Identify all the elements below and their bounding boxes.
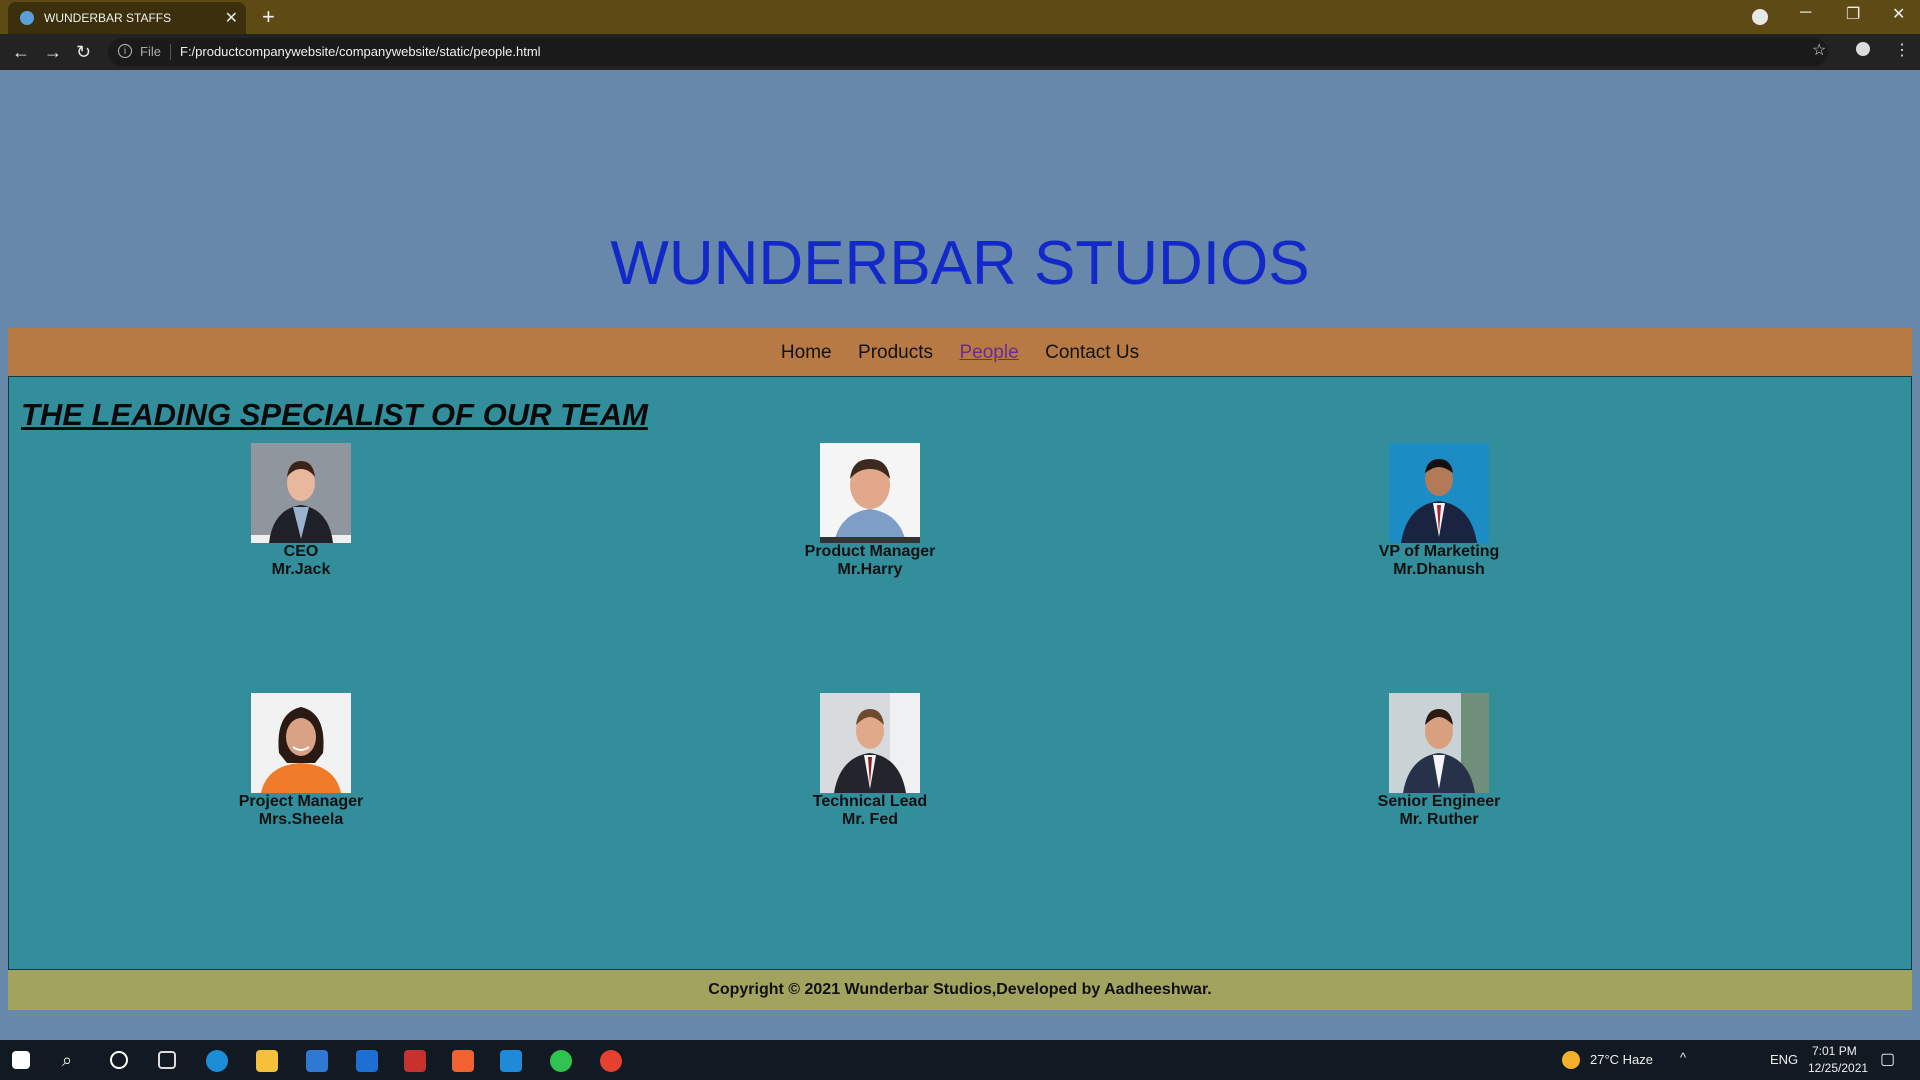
windows-start-icon[interactable]	[12, 1051, 30, 1069]
mail-icon[interactable]	[356, 1050, 378, 1072]
people-section: THE LEADING SPECIALIST OF OUR TEAM CEO M…	[8, 376, 1912, 970]
person-role: VP of Marketing	[1378, 543, 1500, 560]
nav-link-contact[interactable]: Contact Us	[1045, 342, 1139, 364]
person-photo	[820, 443, 920, 543]
chevron-up-icon[interactable]: ^	[1680, 1050, 1686, 1065]
person-name: Mr.Jack	[271, 561, 331, 578]
person-card: VP of Marketing Mr.Dhanush	[1319, 443, 1559, 579]
kebab-menu-icon[interactable]: ⋮	[1894, 40, 1910, 60]
tab-close-icon[interactable]: ✕	[225, 8, 238, 28]
address-bar[interactable]: i File F:/productcompanywebsite/companyw…	[108, 38, 1828, 66]
section-heading: THE LEADING SPECIALIST OF OUR TEAM	[21, 397, 648, 432]
person-name: Mr.Harry	[837, 561, 903, 578]
person-name: Mr. Fed	[841, 811, 898, 828]
person-role: Product Manager	[804, 543, 936, 560]
person-role: Project Manager	[238, 793, 364, 810]
person-name: Mr. Ruther	[1399, 811, 1479, 828]
nav-link-people[interactable]: People	[959, 342, 1018, 364]
windows-taskbar: ⌕ 27°C Haze ^ ENG 7:01 PM 12/25/2021 ▢	[0, 1040, 1920, 1080]
store-icon[interactable]	[306, 1050, 328, 1072]
account-icon[interactable]	[1856, 42, 1870, 56]
brave-icon[interactable]	[452, 1050, 474, 1072]
person-card: Technical Lead Mr. Fed	[750, 693, 990, 829]
whatsapp-icon[interactable]	[550, 1050, 572, 1072]
task-view-icon[interactable]	[158, 1051, 176, 1069]
person-card: Senior Engineer Mr. Ruther	[1319, 693, 1559, 829]
person-role: Senior Engineer	[1377, 793, 1501, 810]
clock-date[interactable]: 12/25/2021	[1808, 1061, 1868, 1075]
page-body: WUNDERBAR STUDIOS Home Products People C…	[0, 70, 1920, 1040]
cortana-icon[interactable]	[110, 1051, 128, 1069]
weather-text[interactable]: 27°C Haze	[1590, 1052, 1653, 1067]
language-indicator[interactable]: ENG	[1770, 1052, 1798, 1067]
edge-icon[interactable]	[206, 1050, 228, 1072]
tab-title: WUNDERBAR STAFFS	[44, 11, 172, 25]
file-label: File	[140, 44, 161, 59]
notification-icon[interactable]: ▢	[1880, 1049, 1895, 1069]
site-navbar: Home Products People Contact Us	[8, 328, 1912, 376]
omnibox-divider	[170, 44, 171, 60]
reload-icon[interactable]: ↻	[76, 42, 91, 63]
bookmark-star-icon[interactable]: ☆	[1812, 40, 1826, 60]
close-window-icon[interactable]: ✕	[1892, 4, 1905, 24]
app-icon[interactable]	[404, 1050, 426, 1072]
browser-titlebar: WUNDERBAR STAFFS ✕ + ─ ❐ ✕	[0, 0, 1920, 34]
vscode-icon[interactable]	[500, 1050, 522, 1072]
forward-arrow-icon[interactable]: →	[44, 42, 62, 63]
back-arrow-icon[interactable]: ←	[12, 42, 30, 63]
person-photo	[1389, 693, 1489, 793]
person-card: CEO Mr.Jack	[181, 443, 421, 579]
site-brand-title: WUNDERBAR STUDIOS	[610, 229, 1310, 298]
url-text[interactable]: F:/productcompanywebsite/companywebsite/…	[180, 44, 541, 59]
browser-toolbar: ← → ↻ i File F:/productcompanywebsite/co…	[0, 34, 1920, 70]
person-name: Mr.Dhanush	[1393, 561, 1485, 578]
person-card: Product Manager Mr.Harry	[750, 443, 990, 579]
person-photo	[251, 693, 351, 793]
search-icon[interactable]: ⌕	[62, 1050, 72, 1071]
info-icon[interactable]: i	[118, 44, 132, 58]
person-name: Mrs.Sheela	[258, 811, 344, 828]
file-explorer-icon[interactable]	[256, 1050, 278, 1072]
person-card: Project Manager Mrs.Sheela	[181, 693, 421, 829]
tab-favicon-icon	[20, 11, 34, 25]
browser-tab[interactable]: WUNDERBAR STAFFS ✕	[8, 2, 246, 34]
minimize-icon[interactable]: ─	[1800, 4, 1811, 22]
person-role: Technical Lead	[812, 793, 928, 810]
person-photo	[1389, 443, 1489, 543]
chrome-icon[interactable]	[600, 1050, 622, 1072]
footer-copyright: Copyright © 2021 Wunderbar Studios,Devel…	[708, 981, 1212, 998]
person-role: CEO	[283, 543, 319, 560]
new-tab-icon[interactable]: +	[262, 4, 275, 30]
person-photo	[251, 443, 351, 543]
clock-time[interactable]: 7:01 PM	[1812, 1044, 1857, 1058]
weather-icon[interactable]	[1562, 1051, 1580, 1069]
nav-link-home[interactable]: Home	[781, 342, 832, 364]
site-footer: Copyright © 2021 Wunderbar Studios,Devel…	[8, 970, 1912, 1010]
restore-icon[interactable]: ❐	[1846, 4, 1860, 24]
chrome-profile-icon[interactable]	[1752, 9, 1768, 25]
person-photo	[820, 693, 920, 793]
nav-link-products[interactable]: Products	[858, 342, 933, 364]
